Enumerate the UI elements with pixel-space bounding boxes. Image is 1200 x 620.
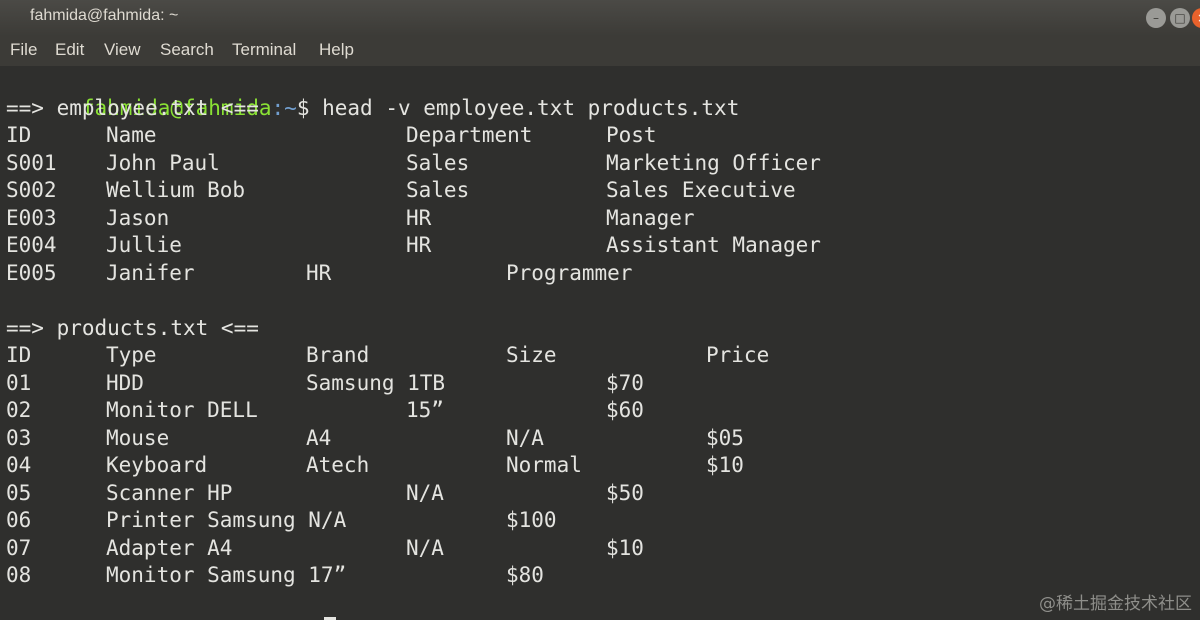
employee-row: E004 Jullie HR Assistant Manager bbox=[6, 232, 1106, 259]
product-size: N/A bbox=[506, 426, 544, 450]
employee-header-row: ID Name Department Post bbox=[6, 122, 1106, 149]
product-column-brand: Brand bbox=[306, 343, 370, 367]
employee-department: HR bbox=[406, 233, 432, 257]
menu-file[interactable]: File bbox=[10, 40, 37, 60]
menu-edit[interactable]: Edit bbox=[55, 40, 84, 60]
product-price: $60 bbox=[606, 398, 644, 422]
employee-file-header: ==> employee.txt <== bbox=[6, 96, 259, 120]
product-price: $100 bbox=[506, 508, 557, 532]
employee-name: Jullie bbox=[106, 233, 182, 257]
command-text: head -v employee.txt products.txt bbox=[322, 96, 740, 120]
employee-id: E003 bbox=[6, 206, 57, 230]
employee-name: John Paul bbox=[106, 151, 220, 175]
product-row: 08 Monitor Samsung 17” $80 bbox=[6, 562, 1106, 589]
product-price: $05 bbox=[706, 426, 744, 450]
employee-name: Janifer bbox=[106, 261, 195, 285]
product-price: $70 bbox=[606, 371, 644, 395]
product-price: $50 bbox=[606, 481, 644, 505]
product-column-size: Size bbox=[506, 343, 557, 367]
product-brand-size: Samsung 1TB bbox=[306, 371, 446, 395]
product-column-type: Type bbox=[106, 343, 157, 367]
employee-post: Assistant Manager bbox=[606, 233, 821, 257]
product-type: Keyboard bbox=[106, 453, 208, 477]
product-type-brand-size: Monitor Samsung 17” bbox=[106, 563, 347, 587]
terminal-output[interactable]: fahmida@fahmida:~$ head -v employee.txt … bbox=[0, 66, 1200, 620]
employee-column-name: Name bbox=[106, 123, 157, 147]
command-line: fahmida@fahmida:~$ head -v employee.txt … bbox=[6, 68, 740, 120]
prompt-path: :~ bbox=[271, 96, 297, 120]
active-prompt-line[interactable]: fahmida@fahmida:~$ bbox=[6, 590, 337, 620]
employee-column-post: Post bbox=[606, 123, 657, 147]
product-row: 01 HDD Samsung 1TB $70 bbox=[6, 370, 1106, 397]
product-row: 04 Keyboard Atech Normal $10 bbox=[6, 452, 1106, 479]
employee-post: Manager bbox=[606, 206, 695, 230]
product-id: 06 bbox=[6, 508, 32, 532]
title-bar[interactable]: fahmida@fahmida: ~ – □ × bbox=[0, 0, 1200, 36]
product-row: 03 Mouse A4 N/A $05 bbox=[6, 425, 1106, 452]
terminal-window: fahmida@fahmida: ~ – □ × File Edit View … bbox=[0, 0, 1200, 620]
product-price: $10 bbox=[706, 453, 744, 477]
products-file-header: ==> products.txt <== bbox=[6, 316, 259, 340]
product-type-brand-size: Printer Samsung N/A bbox=[106, 508, 347, 532]
product-row: 02 Monitor DELL 15” $60 bbox=[6, 397, 1106, 424]
employee-id: E005 bbox=[6, 261, 57, 285]
product-id: 08 bbox=[6, 563, 32, 587]
employee-id: S001 bbox=[6, 151, 57, 175]
employee-department: HR bbox=[306, 261, 332, 285]
employee-post: Programmer bbox=[506, 261, 633, 285]
product-brand: A4 bbox=[306, 426, 332, 450]
window-title: fahmida@fahmida: ~ bbox=[30, 7, 179, 24]
product-type: Mouse bbox=[106, 426, 170, 450]
product-type: HDD bbox=[106, 371, 144, 395]
product-row: 05 Scanner HP N/A $50 bbox=[6, 480, 1106, 507]
employee-department: HR bbox=[406, 206, 432, 230]
employee-name: Jason bbox=[106, 206, 170, 230]
menu-terminal[interactable]: Terminal bbox=[232, 40, 296, 60]
product-size: 15” bbox=[406, 398, 444, 422]
employee-column-department: Department bbox=[406, 123, 533, 147]
product-column-price: Price bbox=[706, 343, 770, 367]
employee-department: Sales bbox=[406, 178, 470, 202]
product-header-row: ID Type Brand Size Price bbox=[6, 342, 1106, 369]
maximize-button[interactable]: □ bbox=[1170, 8, 1190, 28]
menu-search[interactable]: Search bbox=[160, 40, 214, 60]
employee-post: Marketing Officer bbox=[606, 151, 821, 175]
product-size: Normal bbox=[506, 453, 582, 477]
employee-row: S002 Wellium Bob Sales Sales Executive bbox=[6, 177, 1106, 204]
product-type-brand: Monitor DELL bbox=[106, 398, 258, 422]
employee-row: E005 Janifer HR Programmer bbox=[6, 260, 1106, 287]
employee-column-id: ID bbox=[6, 123, 32, 147]
employee-row: E003 Jason HR Manager bbox=[6, 205, 1106, 232]
menu-help[interactable]: Help bbox=[319, 40, 354, 60]
employee-id: S002 bbox=[6, 178, 57, 202]
menu-view[interactable]: View bbox=[104, 40, 141, 60]
product-brand: Atech bbox=[306, 453, 370, 477]
product-id: 07 bbox=[6, 536, 32, 560]
employee-name: Wellium Bob bbox=[106, 178, 246, 202]
product-row: 07 Adapter A4 N/A $10 bbox=[6, 535, 1106, 562]
product-column-id: ID bbox=[6, 343, 32, 367]
product-id: 02 bbox=[6, 398, 32, 422]
prompt-symbol: $ bbox=[296, 96, 310, 120]
product-type-brand: Adapter A4 bbox=[106, 536, 233, 560]
watermark: @稀土掘金技术社区 bbox=[1039, 594, 1192, 614]
employee-post: Sales Executive bbox=[606, 178, 796, 202]
product-id: 01 bbox=[6, 371, 32, 395]
employee-row: S001 John Paul Sales Marketing Officer bbox=[6, 150, 1106, 177]
product-size: N/A bbox=[406, 536, 444, 560]
product-price: $80 bbox=[506, 563, 544, 587]
product-id: 04 bbox=[6, 453, 32, 477]
product-size: N/A bbox=[406, 481, 444, 505]
close-button[interactable]: × bbox=[1192, 8, 1200, 28]
product-price: $10 bbox=[606, 536, 644, 560]
minimize-button[interactable]: – bbox=[1146, 8, 1166, 28]
menu-bar: File Edit View Search Terminal Help bbox=[0, 36, 1200, 66]
product-id: 05 bbox=[6, 481, 32, 505]
employee-department: Sales bbox=[406, 151, 470, 175]
product-type-brand: Scanner HP bbox=[106, 481, 233, 505]
employee-id: E004 bbox=[6, 233, 57, 257]
product-id: 03 bbox=[6, 426, 32, 450]
product-row: 06 Printer Samsung N/A $100 bbox=[6, 507, 1106, 534]
